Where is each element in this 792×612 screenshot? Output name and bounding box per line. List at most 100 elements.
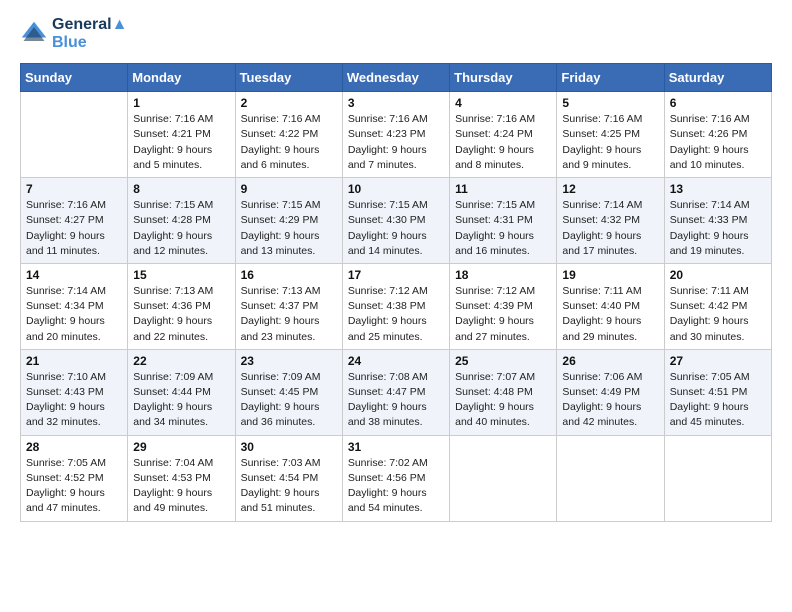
day-info: Sunrise: 7:16 AMSunset: 4:26 PMDaylight:… (670, 112, 766, 173)
day-info: Sunrise: 7:11 AMSunset: 4:40 PMDaylight:… (562, 284, 658, 345)
calendar-cell: 12 Sunrise: 7:14 AMSunset: 4:32 PMDayligh… (557, 178, 664, 264)
day-number: 7 (26, 182, 122, 196)
calendar-week-row: 21 Sunrise: 7:10 AMSunset: 4:43 PMDayligh… (21, 349, 772, 435)
day-info: Sunrise: 7:16 AMSunset: 4:23 PMDaylight:… (348, 112, 444, 173)
calendar-cell: 22 Sunrise: 7:09 AMSunset: 4:44 PMDayligh… (128, 349, 235, 435)
calendar-cell: 28Sunrise: 7:05 AMSunset: 4:52 PMDayligh… (21, 435, 128, 521)
logo: General▲Blue (20, 16, 127, 51)
calendar-cell: 31Sunrise: 7:02 AMSunset: 4:56 PMDayligh… (342, 435, 449, 521)
day-number: 19 (562, 268, 658, 282)
calendar-week-row: 28Sunrise: 7:05 AMSunset: 4:52 PMDayligh… (21, 435, 772, 521)
day-info: Sunrise: 7:13 AMSunset: 4:36 PMDaylight:… (133, 284, 229, 345)
calendar-cell: 18Sunrise: 7:12 AMSunset: 4:39 PMDayligh… (450, 263, 557, 349)
calendar-cell: 8 Sunrise: 7:15 AMSunset: 4:28 PMDaylight… (128, 178, 235, 264)
day-number: 8 (133, 182, 229, 196)
calendar-cell: 20Sunrise: 7:11 AMSunset: 4:42 PMDayligh… (664, 263, 771, 349)
day-number: 9 (241, 182, 337, 196)
calendar-cell: 15 Sunrise: 7:13 AMSunset: 4:36 PMDayligh… (128, 263, 235, 349)
calendar-cell (21, 92, 128, 178)
calendar-cell: 26 Sunrise: 7:06 AMSunset: 4:49 PMDayligh… (557, 349, 664, 435)
weekday-header-cell: Friday (557, 64, 664, 92)
day-info: Sunrise: 7:16 AMSunset: 4:22 PMDaylight:… (241, 112, 337, 173)
day-info: Sunrise: 7:09 AMSunset: 4:44 PMDaylight:… (133, 370, 229, 431)
day-info: Sunrise: 7:12 AMSunset: 4:39 PMDaylight:… (455, 284, 551, 345)
calendar-cell (557, 435, 664, 521)
weekday-header: SundayMondayTuesdayWednesdayThursdayFrid… (21, 64, 772, 92)
calendar-cell: 4 Sunrise: 7:16 AMSunset: 4:24 PMDaylight… (450, 92, 557, 178)
calendar-week-row: 7Sunrise: 7:16 AMSunset: 4:27 PMDaylight… (21, 178, 772, 264)
calendar-cell: 16 Sunrise: 7:13 AMSunset: 4:37 PMDayligh… (235, 263, 342, 349)
day-info: Sunrise: 7:04 AMSunset: 4:53 PMDaylight:… (133, 456, 229, 517)
logo-icon (20, 20, 48, 48)
weekday-header-cell: Thursday (450, 64, 557, 92)
calendar-cell: 24 Sunrise: 7:08 AMSunset: 4:47 PMDayligh… (342, 349, 449, 435)
header: General▲Blue (20, 16, 772, 51)
calendar-cell: 29 Sunrise: 7:04 AMSunset: 4:53 PMDayligh… (128, 435, 235, 521)
calendar-cell: 5Sunrise: 7:16 AMSunset: 4:25 PMDaylight… (557, 92, 664, 178)
day-number: 12 (562, 182, 658, 196)
day-number: 23 (241, 354, 337, 368)
calendar-cell: 7Sunrise: 7:16 AMSunset: 4:27 PMDaylight… (21, 178, 128, 264)
calendar-cell (450, 435, 557, 521)
calendar-cell: 13Sunrise: 7:14 AMSunset: 4:33 PMDayligh… (664, 178, 771, 264)
day-number: 5 (562, 96, 658, 110)
day-number: 16 (241, 268, 337, 282)
calendar-cell: 17Sunrise: 7:12 AMSunset: 4:38 PMDayligh… (342, 263, 449, 349)
day-number: 20 (670, 268, 766, 282)
calendar-cell: 11Sunrise: 7:15 AMSunset: 4:31 PMDayligh… (450, 178, 557, 264)
day-info: Sunrise: 7:14 AMSunset: 4:32 PMDaylight:… (562, 198, 658, 259)
calendar-cell: 3 Sunrise: 7:16 AMSunset: 4:23 PMDaylight… (342, 92, 449, 178)
day-number: 2 (241, 96, 337, 110)
day-info: Sunrise: 7:07 AMSunset: 4:48 PMDaylight:… (455, 370, 551, 431)
day-info: Sunrise: 7:15 AMSunset: 4:30 PMDaylight:… (348, 198, 444, 259)
day-info: Sunrise: 7:15 AMSunset: 4:29 PMDaylight:… (241, 198, 337, 259)
day-info: Sunrise: 7:09 AMSunset: 4:45 PMDaylight:… (241, 370, 337, 431)
calendar-cell: 25 Sunrise: 7:07 AMSunset: 4:48 PMDayligh… (450, 349, 557, 435)
calendar-cell: 19 Sunrise: 7:11 AMSunset: 4:40 PMDayligh… (557, 263, 664, 349)
day-info: Sunrise: 7:16 AMSunset: 4:24 PMDaylight:… (455, 112, 551, 173)
day-number: 3 (348, 96, 444, 110)
day-info: Sunrise: 7:05 AMSunset: 4:52 PMDaylight:… (26, 456, 122, 517)
calendar-cell (664, 435, 771, 521)
weekday-header-cell: Monday (128, 64, 235, 92)
day-number: 21 (26, 354, 122, 368)
day-number: 31 (348, 440, 444, 454)
calendar: SundayMondayTuesdayWednesdayThursdayFrid… (20, 63, 772, 521)
day-number: 14 (26, 268, 122, 282)
day-info: Sunrise: 7:15 AMSunset: 4:28 PMDaylight:… (133, 198, 229, 259)
day-info: Sunrise: 7:03 AMSunset: 4:54 PMDaylight:… (241, 456, 337, 517)
calendar-cell: 1 Sunrise: 7:16 AMSunset: 4:21 PMDaylight… (128, 92, 235, 178)
day-info: Sunrise: 7:13 AMSunset: 4:37 PMDaylight:… (241, 284, 337, 345)
logo-text: General▲Blue (52, 16, 127, 51)
calendar-cell: 30 Sunrise: 7:03 AMSunset: 4:54 PMDayligh… (235, 435, 342, 521)
day-info: Sunrise: 7:16 AMSunset: 4:21 PMDaylight:… (133, 112, 229, 173)
day-number: 30 (241, 440, 337, 454)
calendar-body: 1 Sunrise: 7:16 AMSunset: 4:21 PMDaylight… (21, 92, 772, 521)
day-number: 22 (133, 354, 229, 368)
day-number: 29 (133, 440, 229, 454)
day-info: Sunrise: 7:08 AMSunset: 4:47 PMDaylight:… (348, 370, 444, 431)
calendar-cell: 9 Sunrise: 7:15 AMSunset: 4:29 PMDaylight… (235, 178, 342, 264)
weekday-header-cell: Sunday (21, 64, 128, 92)
calendar-cell: 6Sunrise: 7:16 AMSunset: 4:26 PMDaylight… (664, 92, 771, 178)
weekday-header-cell: Saturday (664, 64, 771, 92)
day-number: 15 (133, 268, 229, 282)
day-number: 10 (348, 182, 444, 196)
day-number: 25 (455, 354, 551, 368)
day-number: 26 (562, 354, 658, 368)
day-number: 27 (670, 354, 766, 368)
day-info: Sunrise: 7:06 AMSunset: 4:49 PMDaylight:… (562, 370, 658, 431)
calendar-cell: 23 Sunrise: 7:09 AMSunset: 4:45 PMDayligh… (235, 349, 342, 435)
calendar-cell: 21 Sunrise: 7:10 AMSunset: 4:43 PMDayligh… (21, 349, 128, 435)
day-info: Sunrise: 7:10 AMSunset: 4:43 PMDaylight:… (26, 370, 122, 431)
day-number: 24 (348, 354, 444, 368)
weekday-header-cell: Wednesday (342, 64, 449, 92)
calendar-cell: 2 Sunrise: 7:16 AMSunset: 4:22 PMDaylight… (235, 92, 342, 178)
day-number: 17 (348, 268, 444, 282)
calendar-cell: 27 Sunrise: 7:05 AMSunset: 4:51 PMDayligh… (664, 349, 771, 435)
day-info: Sunrise: 7:15 AMSunset: 4:31 PMDaylight:… (455, 198, 551, 259)
day-info: Sunrise: 7:05 AMSunset: 4:51 PMDaylight:… (670, 370, 766, 431)
weekday-header-cell: Tuesday (235, 64, 342, 92)
day-number: 1 (133, 96, 229, 110)
day-number: 4 (455, 96, 551, 110)
